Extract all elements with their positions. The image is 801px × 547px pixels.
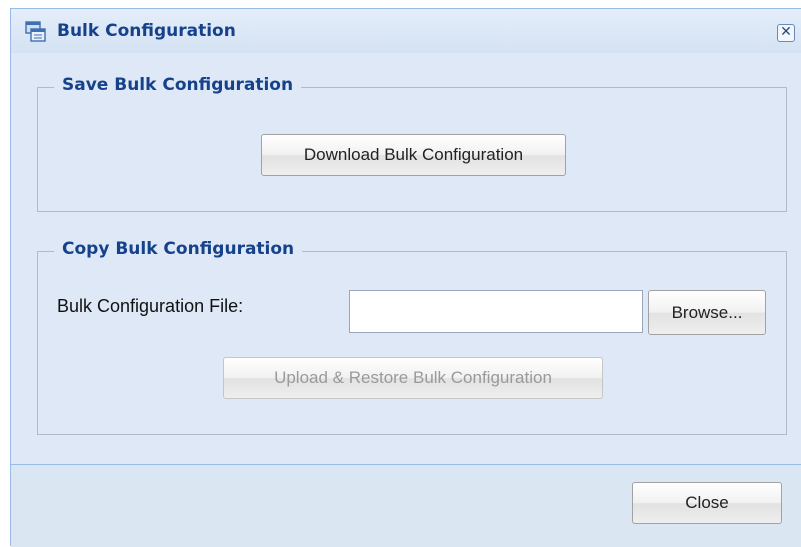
dialog-window-icon xyxy=(25,21,46,42)
save-bulk-configuration-section: Save Bulk Configuration Download Bulk Co… xyxy=(37,75,787,212)
dialog-title: Bulk Configuration xyxy=(57,21,236,41)
dialog-titlebar[interactable]: Bulk Configuration ✕ xyxy=(11,9,801,53)
bulk-configuration-file-input[interactable] xyxy=(349,290,643,333)
download-bulk-configuration-button[interactable]: Download Bulk Configuration xyxy=(261,134,566,176)
bulk-configuration-file-label: Bulk Configuration File: xyxy=(57,296,244,316)
browse-button[interactable]: Browse... xyxy=(648,290,766,335)
save-section-legend: Save Bulk Configuration xyxy=(54,75,302,95)
close-button[interactable]: Close xyxy=(632,482,782,524)
upload-restore-bulk-configuration-button[interactable]: Upload & Restore Bulk Configuration xyxy=(223,357,603,399)
copy-section-legend: Copy Bulk Configuration xyxy=(54,239,303,259)
copy-bulk-configuration-section: Copy Bulk Configuration Bulk Configurati… xyxy=(37,239,787,435)
bulk-configuration-dialog: Bulk Configuration ✕ Save Bulk Configura… xyxy=(10,8,801,547)
dialog-footer: Close xyxy=(11,465,801,547)
dialog-body: Save Bulk Configuration Download Bulk Co… xyxy=(11,53,801,465)
close-icon[interactable]: ✕ xyxy=(777,24,795,42)
